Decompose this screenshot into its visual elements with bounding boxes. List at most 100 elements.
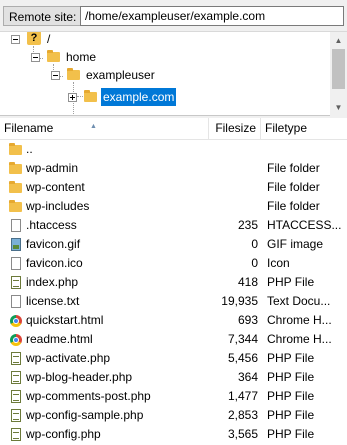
file-icon [8,256,24,272]
file-size: 5,456 [227,351,258,365]
file-list: .. wp-admin File folder wp-content File fold… [0,140,347,444]
folder-icon [46,49,62,65]
collapse-icon[interactable] [11,35,20,44]
php-file-icon [8,275,24,291]
unknown-drive-icon: ? [27,32,41,45]
file-size: 19,935 [221,294,258,308]
chrome-icon [8,332,24,348]
file-size: 1,477 [227,389,258,403]
file-type: HTACCESS... [267,218,342,232]
file-row[interactable]: license.txt 19,935 Text Docu... [0,292,347,311]
file-row[interactable]: wp-includes File folder [0,197,347,216]
sort-ascending-icon: ▲ [90,123,97,130]
column-filesize[interactable]: Filesize [209,118,261,139]
file-row[interactable]: .. [0,140,347,159]
file-row[interactable]: wp-activate.php 5,456 PHP File [0,349,347,368]
remote-directory-tree: ? / home exampleuser example.com [0,32,347,116]
file-size: 7,344 [227,332,258,346]
tree-scrollbar[interactable]: ▲ ▼ [330,32,347,116]
image-icon [8,237,24,253]
file-name: favicon.gif [26,237,81,251]
column-filename[interactable]: ▲ Filename [0,118,209,139]
file-size: 0 [251,256,258,270]
expand-icon[interactable] [68,93,77,102]
file-name: readme.html [26,332,93,346]
folder-icon [8,142,24,158]
tree-node-exampleuser[interactable]: exampleuser [0,66,220,84]
chrome-icon [8,313,24,329]
file-row[interactable]: favicon.gif 0 GIF image [0,235,347,254]
file-type: File folder [267,199,320,213]
file-row[interactable]: wp-admin File folder [0,159,347,178]
file-name: .. [26,142,33,156]
file-name: wp-config-sample.php [26,408,144,422]
tree-node-label: / [47,32,51,46]
file-name: wp-admin [26,161,79,175]
file-size: 693 [237,313,258,327]
file-row[interactable]: wp-config.php 3,565 PHP File [0,425,347,444]
php-file-icon [8,427,24,443]
file-size: 235 [237,218,258,232]
file-size: 2,853 [227,408,258,422]
file-type: PHP File [267,351,315,365]
folder-icon [66,67,82,83]
file-name: wp-config.php [26,427,101,441]
scroll-up-icon[interactable]: ▲ [330,32,347,49]
tree-node-label: home [66,50,97,64]
folder-icon [83,89,99,105]
file-list-header: ▲ Filename Filesize Filetype [0,118,347,140]
file-row[interactable]: wp-config-sample.php 2,853 PHP File [0,406,347,425]
file-name: favicon.ico [26,256,83,270]
php-file-icon [8,408,24,424]
file-name: index.php [26,275,79,289]
collapse-icon[interactable] [31,53,40,62]
file-type: PHP File [267,370,315,384]
file-size: 0 [251,237,258,251]
file-name: license.txt [26,294,80,308]
file-type: Icon [267,256,290,270]
remote-site-label: Remote site: [3,6,83,26]
scroll-down-icon[interactable]: ▼ [330,99,347,116]
file-row[interactable]: wp-content File folder [0,178,347,197]
file-type: PHP File [267,408,315,422]
file-name: wp-comments-post.php [26,389,151,403]
file-type: PHP File [267,427,315,441]
file-name: quickstart.html [26,313,104,327]
file-type: PHP File [267,389,315,403]
file-icon [8,218,24,234]
column-label: Filename [4,121,54,135]
file-type: File folder [267,161,320,175]
remote-path-input[interactable]: /home/exampleuser/example.com [80,6,344,26]
file-type: Chrome H... [267,332,332,346]
file-type: Text Docu... [267,294,331,308]
file-size: 3,565 [227,427,258,441]
collapse-icon[interactable] [51,71,60,80]
column-label: Filetype [265,121,308,135]
file-row[interactable]: wp-blog-header.php 364 PHP File [0,368,347,387]
column-filetype[interactable]: Filetype [261,118,347,139]
file-row[interactable]: .htaccess 235 HTACCESS... [0,216,347,235]
file-row[interactable]: index.php 418 PHP File [0,273,347,292]
file-name: wp-includes [26,199,90,213]
file-type: File folder [267,180,320,194]
file-row[interactable]: wp-comments-post.php 1,477 PHP File [0,387,347,406]
file-icon [8,294,24,310]
file-size: 418 [237,275,258,289]
tree-node-root[interactable]: ? / [0,32,200,48]
file-name: wp-content [26,180,85,194]
column-label: Filesize [215,121,256,135]
file-type: GIF image [267,237,324,251]
scrollbar-thumb[interactable] [332,49,345,89]
remote-site-bar: Remote site: /home/exampleuser/example.c… [0,0,347,32]
php-file-icon [8,389,24,405]
folder-icon [8,161,24,177]
php-file-icon [8,351,24,367]
folder-icon [8,180,24,196]
tree-node-label: exampleuser [86,68,155,82]
file-row[interactable]: quickstart.html 693 Chrome H... [0,311,347,330]
file-row[interactable]: readme.html 7,344 Chrome H... [0,330,347,349]
tree-node-home[interactable]: home [0,48,200,66]
file-name: wp-activate.php [26,351,111,365]
file-row[interactable]: favicon.ico 0 Icon [0,254,347,273]
tree-node-example-com[interactable]: example.com [0,88,240,106]
